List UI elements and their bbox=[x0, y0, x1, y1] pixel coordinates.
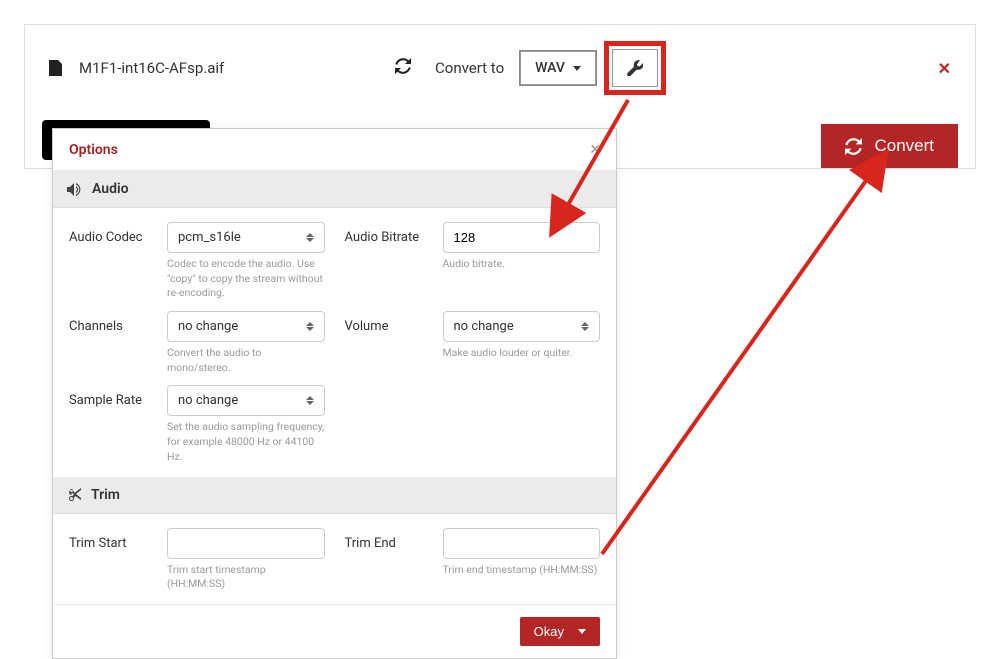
trimend-label: Trim End bbox=[345, 528, 431, 551]
channels-label: Channels bbox=[69, 311, 155, 334]
audio-section-header: Audio bbox=[53, 171, 616, 208]
trimend-input[interactable] bbox=[443, 528, 601, 559]
sort-icon bbox=[306, 396, 314, 405]
refresh-icon[interactable] bbox=[395, 58, 411, 78]
codec-select[interactable]: pcm_s16le bbox=[167, 222, 325, 253]
trimend-help: Trim end timestamp (HH:MM:SS) bbox=[443, 563, 601, 578]
panel-footer: Okay bbox=[53, 604, 616, 658]
trim-section-title: Trim bbox=[91, 487, 120, 503]
options-panel: Options × Audio Audio Codec pcm_s16le Co… bbox=[52, 128, 617, 659]
codec-label: Audio Codec bbox=[69, 222, 155, 245]
panel-title: Options bbox=[69, 142, 118, 158]
volume-select[interactable]: no change bbox=[443, 311, 601, 342]
convert-to-label: Convert to bbox=[435, 59, 504, 77]
chevron-down-icon bbox=[573, 66, 581, 71]
bitrate-label: Audio Bitrate bbox=[345, 222, 431, 245]
bitrate-help: Audio bitrate. bbox=[443, 257, 601, 272]
audio-section-title: Audio bbox=[92, 181, 129, 197]
volume-help: Make audio louder or quiter. bbox=[443, 346, 601, 361]
convert-label: Convert bbox=[874, 136, 934, 156]
sort-icon bbox=[581, 322, 589, 331]
remove-file-button[interactable]: ✕ bbox=[938, 59, 951, 78]
volume-label: Volume bbox=[345, 311, 431, 334]
bitrate-input[interactable] bbox=[443, 222, 601, 253]
sort-icon bbox=[306, 322, 314, 331]
codec-value: pcm_s16le bbox=[178, 230, 241, 245]
samplerate-label: Sample Rate bbox=[69, 385, 155, 408]
samplerate-value: no change bbox=[178, 393, 238, 408]
settings-button[interactable] bbox=[612, 49, 658, 87]
scissors-icon bbox=[67, 488, 81, 502]
volume-value: no change bbox=[454, 319, 514, 334]
refresh-white-icon bbox=[845, 138, 862, 155]
chevron-down-icon bbox=[578, 629, 586, 634]
file-row: M1F1-int16C-AFsp.aif Convert to WAV ✕ bbox=[49, 43, 951, 93]
okay-button[interactable]: Okay bbox=[520, 617, 600, 646]
samplerate-help: Set the audio sampling frequency, for ex… bbox=[167, 420, 325, 464]
trimstart-help: Trim start timestamp (HH:MM:SS) bbox=[167, 563, 325, 592]
volume-icon bbox=[67, 183, 82, 196]
trim-section-body: Trim Start Trim start timestamp (HH:MM:S… bbox=[53, 514, 616, 604]
trim-section-header: Trim bbox=[53, 477, 616, 514]
sort-icon bbox=[306, 233, 314, 242]
samplerate-select[interactable]: no change bbox=[167, 385, 325, 416]
channels-help: Convert the audio to mono/stereo. bbox=[167, 346, 325, 375]
file-icon bbox=[49, 59, 63, 77]
format-value: WAV bbox=[535, 60, 565, 76]
filename: M1F1-int16C-AFsp.aif bbox=[79, 59, 379, 77]
codec-help: Codec to encode the audio. Use "copy" to… bbox=[167, 257, 325, 301]
convert-button[interactable]: Convert bbox=[821, 124, 958, 168]
channels-value: no change bbox=[178, 319, 238, 334]
panel-close-button[interactable]: × bbox=[590, 139, 600, 160]
format-select[interactable]: WAV bbox=[520, 51, 596, 85]
okay-label: Okay bbox=[534, 624, 564, 639]
audio-section-body: Audio Codec pcm_s16le Codec to encode th… bbox=[53, 208, 616, 477]
trimstart-input[interactable] bbox=[167, 528, 325, 559]
channels-select[interactable]: no change bbox=[167, 311, 325, 342]
wrench-icon bbox=[627, 60, 643, 76]
trimstart-label: Trim Start bbox=[69, 528, 155, 551]
panel-header: Options × bbox=[53, 129, 616, 171]
